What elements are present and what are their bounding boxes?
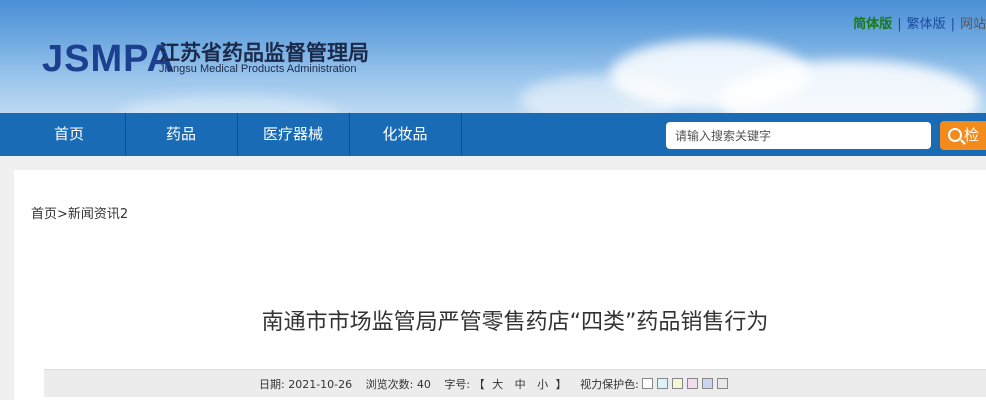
font-size-small-button[interactable]: 小: [537, 376, 548, 392]
font-size-medium-button[interactable]: 中: [515, 376, 526, 392]
content-panel: [14, 170, 986, 400]
views-label: 浏览次数:: [365, 378, 414, 391]
font-size-large-button[interactable]: 大: [492, 376, 503, 392]
header-banner: JSMPA 江苏省药品监督管理局 Jiangsu Medical Product…: [0, 0, 986, 113]
logo-abbreviation[interactable]: JSMPA: [42, 38, 175, 81]
lang-simplified-link[interactable]: 简体版: [853, 13, 892, 32]
bracket-close: 】: [555, 378, 567, 391]
nav-item-medical-devices[interactable]: 医疗器械: [238, 113, 348, 156]
nav-item-cosmetics[interactable]: 化妆品: [350, 113, 460, 156]
eye-care-label: 视力保护色:: [580, 378, 639, 391]
nav-item-home[interactable]: 首页: [14, 113, 124, 156]
date-value: 2021-10-26: [288, 378, 353, 391]
eye-care-color-swatch[interactable]: [717, 378, 729, 389]
eye-care-color-swatch[interactable]: [657, 378, 669, 389]
eye-care-swatches: [642, 378, 732, 391]
article-title: 南通市市场监管局严管零售药店“四类”药品销售行为: [261, 310, 769, 335]
eye-care-color-swatch[interactable]: [642, 378, 654, 389]
nav-divider: [461, 113, 462, 156]
breadcrumb[interactable]: 首页>新闻资讯2: [31, 203, 128, 222]
search-button-label: 检: [964, 126, 980, 144]
article-meta: 日期: 2021-10-26 浏览次数: 40 字号: 【 大 中 小 】 视力…: [259, 376, 732, 392]
lang-separator: |: [897, 17, 902, 32]
views-count: 40: [416, 378, 431, 391]
lang-site-link[interactable]: 网站: [960, 13, 986, 32]
lang-separator: |: [950, 17, 955, 32]
eye-care-color-swatch[interactable]: [687, 378, 699, 389]
bracket-open: 【: [473, 378, 485, 391]
date-label: 日期:: [259, 378, 285, 391]
eye-care-color-swatch[interactable]: [672, 378, 684, 389]
cloud-decoration: [120, 95, 340, 113]
logo-english-name[interactable]: Jiangsu Medical Products Administration: [159, 63, 356, 75]
lang-traditional-link[interactable]: 繁体版: [907, 13, 946, 32]
search-input[interactable]: [666, 122, 931, 149]
font-size-label: 字号:: [444, 378, 471, 391]
search-button[interactable]: 检: [940, 121, 986, 150]
nav-item-drugs[interactable]: 药品: [126, 113, 236, 156]
search-icon: [948, 128, 962, 142]
language-switcher: 简体版 | 繁体版 | 网站: [853, 13, 986, 32]
eye-care-color-swatch[interactable]: [702, 378, 714, 389]
